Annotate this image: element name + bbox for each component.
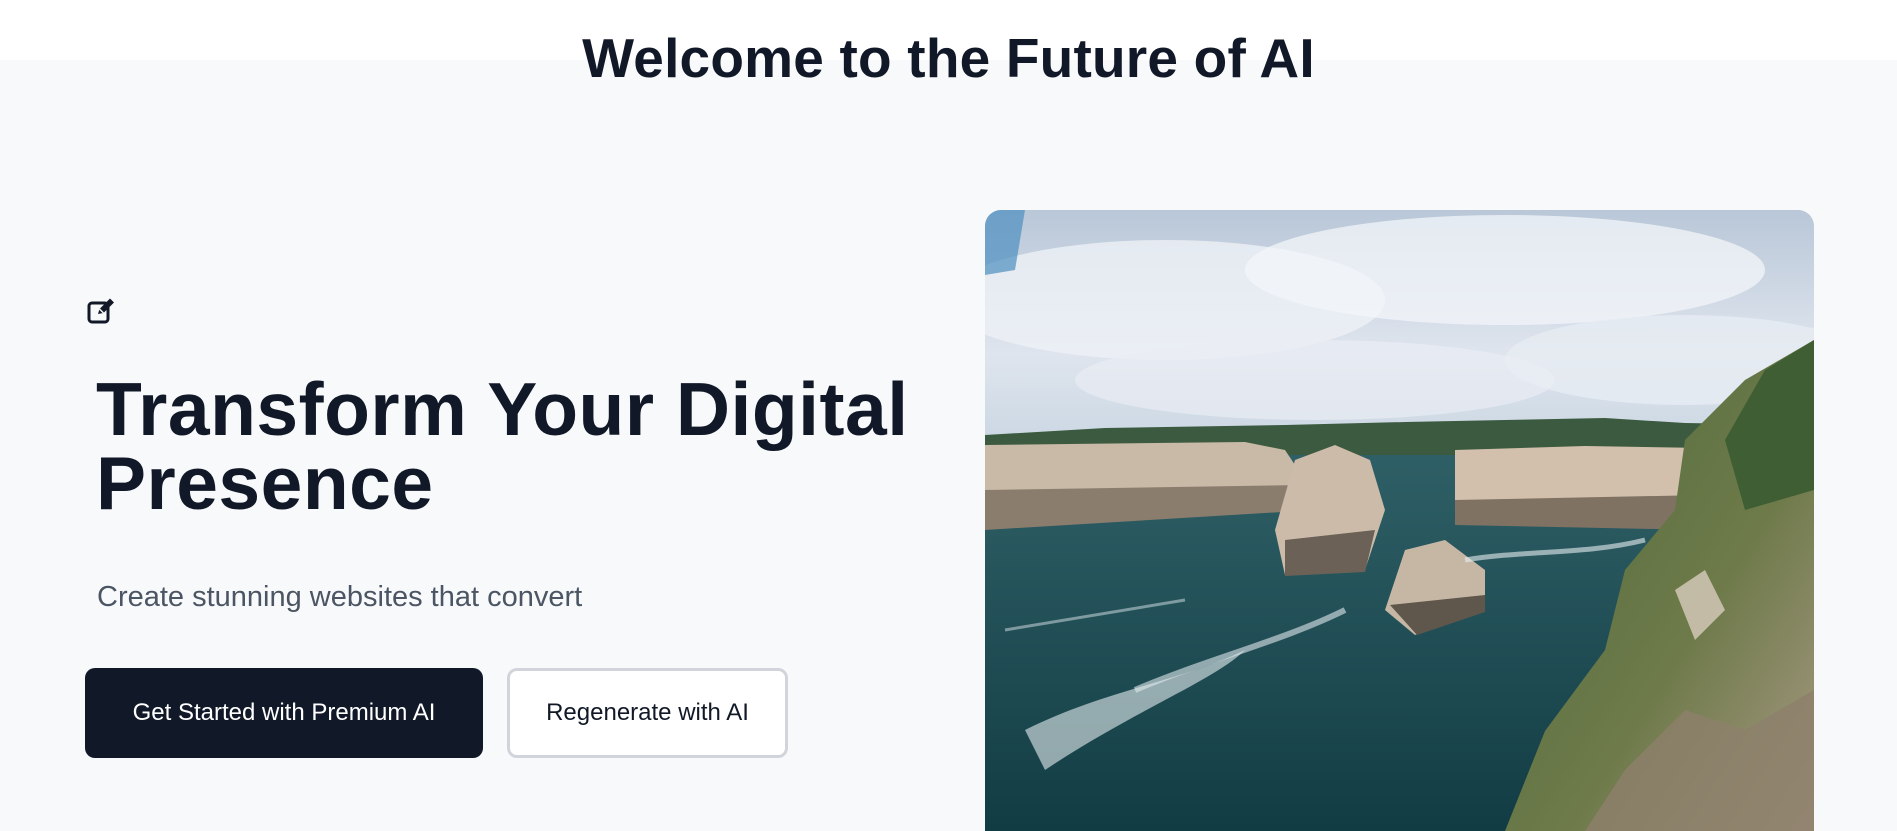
edit-pencil-icon[interactable]	[86, 296, 116, 326]
hero-heading: Transform Your Digital Presence	[96, 367, 909, 525]
page-title: Welcome to the Future of AI	[582, 27, 1315, 89]
coastal-cliffs-image	[985, 210, 1814, 831]
hero-image	[985, 210, 1814, 831]
regenerate-button[interactable]: Regenerate with AI	[507, 668, 788, 758]
hero-subheading: Create stunning websites that convert	[97, 581, 583, 613]
get-started-button[interactable]: Get Started with Premium AI	[85, 668, 483, 758]
